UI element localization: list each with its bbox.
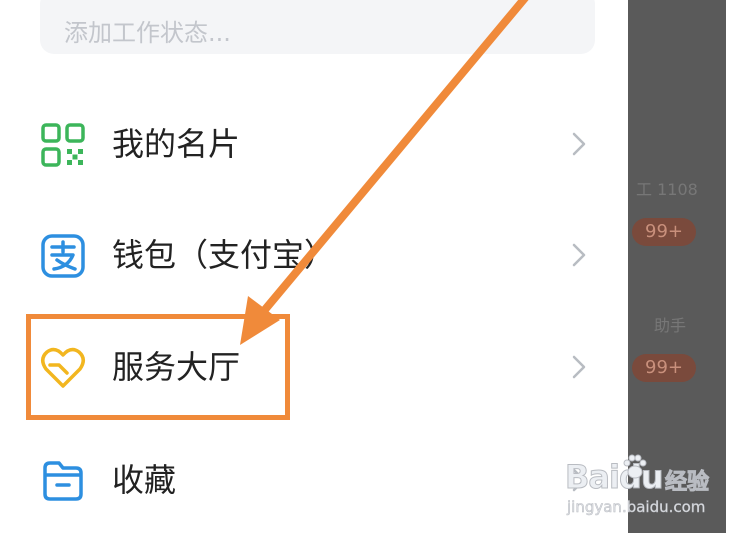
menu-label: 我的名片 — [112, 125, 241, 163]
unread-badge: 99+ — [632, 354, 696, 382]
chevron-right-icon — [570, 354, 588, 380]
qr-code-icon — [40, 122, 86, 168]
side-snippet: 工 1108 — [636, 180, 698, 199]
menu-item-my-card[interactable]: 我的名片 — [0, 104, 628, 184]
side-snippet: 助手 — [654, 316, 687, 335]
chevron-right-icon — [570, 242, 588, 268]
baidu-watermark: Baidu 经验 jingyan.baidu.com — [565, 452, 725, 522]
drawer-panel: 我的名片 钱包（支付宝） 服务大厅 — [0, 0, 628, 533]
chevron-right-icon — [570, 131, 588, 157]
screen-edge — [726, 0, 739, 533]
menu-label: 收藏 — [112, 461, 177, 499]
work-status-input[interactable] — [40, 0, 595, 54]
menu-label: 钱包（支付宝） — [112, 236, 337, 274]
watermark-name: 经验 — [664, 470, 710, 496]
highlight-box — [26, 314, 290, 420]
folder-icon — [40, 458, 86, 504]
watermark-url: jingyan.baidu.com — [567, 498, 706, 517]
unread-badge: 99+ — [632, 218, 696, 246]
menu-item-wallet[interactable]: 钱包（支付宝） — [0, 215, 628, 295]
alipay-wallet-icon — [40, 233, 86, 279]
menu-item-favorites[interactable]: 收藏 — [0, 440, 628, 520]
paw-icon — [623, 454, 647, 479]
